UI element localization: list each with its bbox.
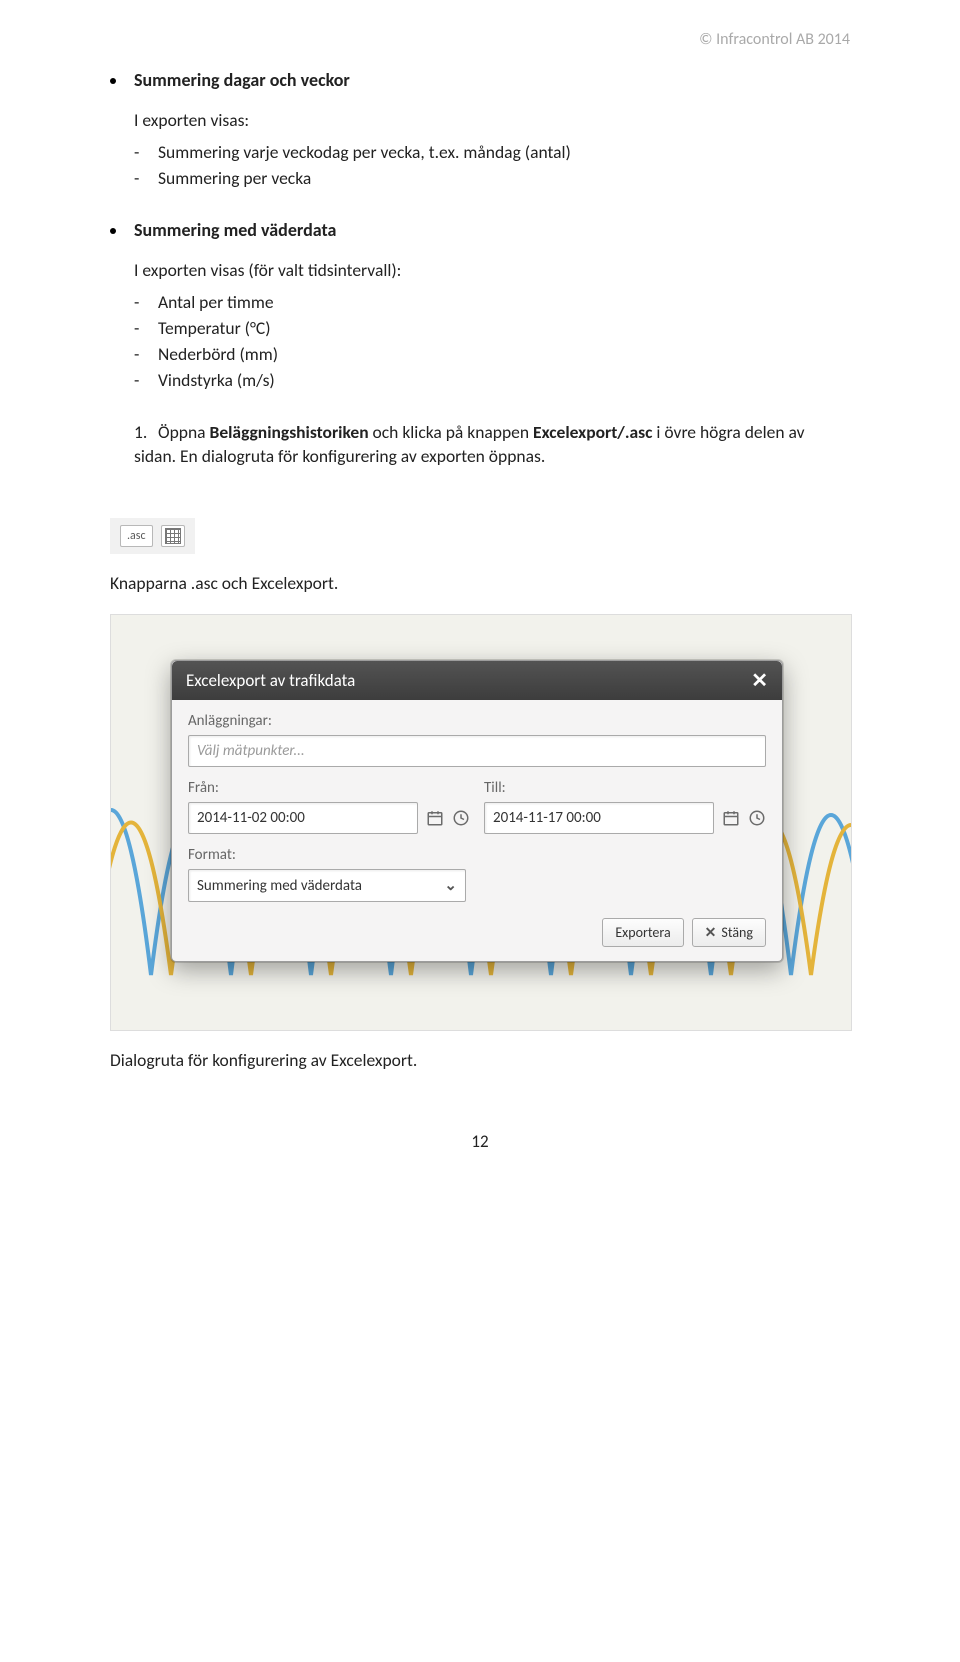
step-paragraph: 1.Öppna Beläggningshistoriken och klicka… [134, 421, 850, 468]
grid-icon [165, 528, 181, 544]
from-datetime-field[interactable]: 2014-11-02 00:00 [188, 802, 418, 834]
dialog-titlebar: Excelexport av trafikdata ✕ [172, 661, 782, 700]
list-item: Summering varje veckodag per vecka, t.ex… [158, 141, 571, 163]
calendar-icon[interactable] [426, 809, 444, 827]
section-heading: Summering dagar och veckor [134, 69, 350, 91]
list-item: Summering per vecka [158, 167, 311, 189]
list-item: Temperatur (°C) [158, 317, 271, 339]
close-button[interactable]: ✕Stäng [692, 918, 766, 947]
format-select[interactable]: Summering med väderdata ⌄ [188, 869, 466, 902]
bullet-icon [110, 228, 116, 234]
close-icon[interactable]: ✕ [751, 671, 768, 691]
step-number: 1. [134, 421, 158, 445]
label-format: Format: [188, 846, 766, 864]
label-anlaggningar: Anläggningar: [188, 712, 766, 730]
dash-icon: - [134, 343, 158, 365]
to-datetime-field[interactable]: 2014-11-17 00:00 [484, 802, 714, 834]
figure-caption: Dialogruta för konfigurering av Excelexp… [110, 1049, 850, 1071]
dash-icon: - [134, 141, 158, 163]
dash-icon: - [134, 317, 158, 339]
clock-icon[interactable] [748, 809, 766, 827]
export-button[interactable]: Exportera [602, 918, 683, 947]
dash-icon: - [134, 167, 158, 189]
dash-icon: - [134, 291, 158, 313]
list-item: Vindstyrka (m/s) [158, 369, 275, 391]
calendar-icon[interactable] [722, 809, 740, 827]
anlaggningar-select[interactable]: Välj mätpunkter... [188, 735, 766, 767]
figure-caption: Knapparna .asc och Excelexport. [110, 572, 850, 594]
chevron-down-icon: ⌄ [444, 876, 457, 895]
section-list: -Summering varje veckodag per vecka, t.e… [134, 141, 850, 189]
excelexport-button[interactable] [161, 525, 185, 547]
section-intro: I exporten visas (för valt tidsintervall… [134, 259, 850, 281]
asc-button[interactable]: .asc [120, 525, 153, 547]
dialog-screenshot: Excelexport av trafikdata ✕ Anläggningar… [110, 614, 852, 1031]
label-from: Från: [188, 779, 470, 797]
section-intro: I exporten visas: [134, 109, 850, 131]
section-list: -Antal per timme -Temperatur (°C) -Neder… [134, 291, 850, 391]
dash-icon: - [134, 369, 158, 391]
clock-icon[interactable] [452, 809, 470, 827]
bullet-icon [110, 78, 116, 84]
label-to: Till: [484, 779, 766, 797]
header-copyright: © Infracontrol AB 2014 [110, 30, 850, 49]
close-x-icon: ✕ [705, 924, 717, 941]
list-item: Nederbörd (mm) [158, 343, 278, 365]
section-heading: Summering med väderdata [134, 219, 336, 241]
dialog-title: Excelexport av trafikdata [186, 670, 355, 691]
toolbar-screenshot: .asc [110, 518, 195, 554]
page-number: 12 [110, 1131, 850, 1152]
export-dialog: Excelexport av trafikdata ✕ Anläggningar… [171, 660, 783, 962]
document-page: © Infracontrol AB 2014 Summering dagar o… [0, 0, 960, 1192]
list-item: Antal per timme [158, 291, 274, 313]
